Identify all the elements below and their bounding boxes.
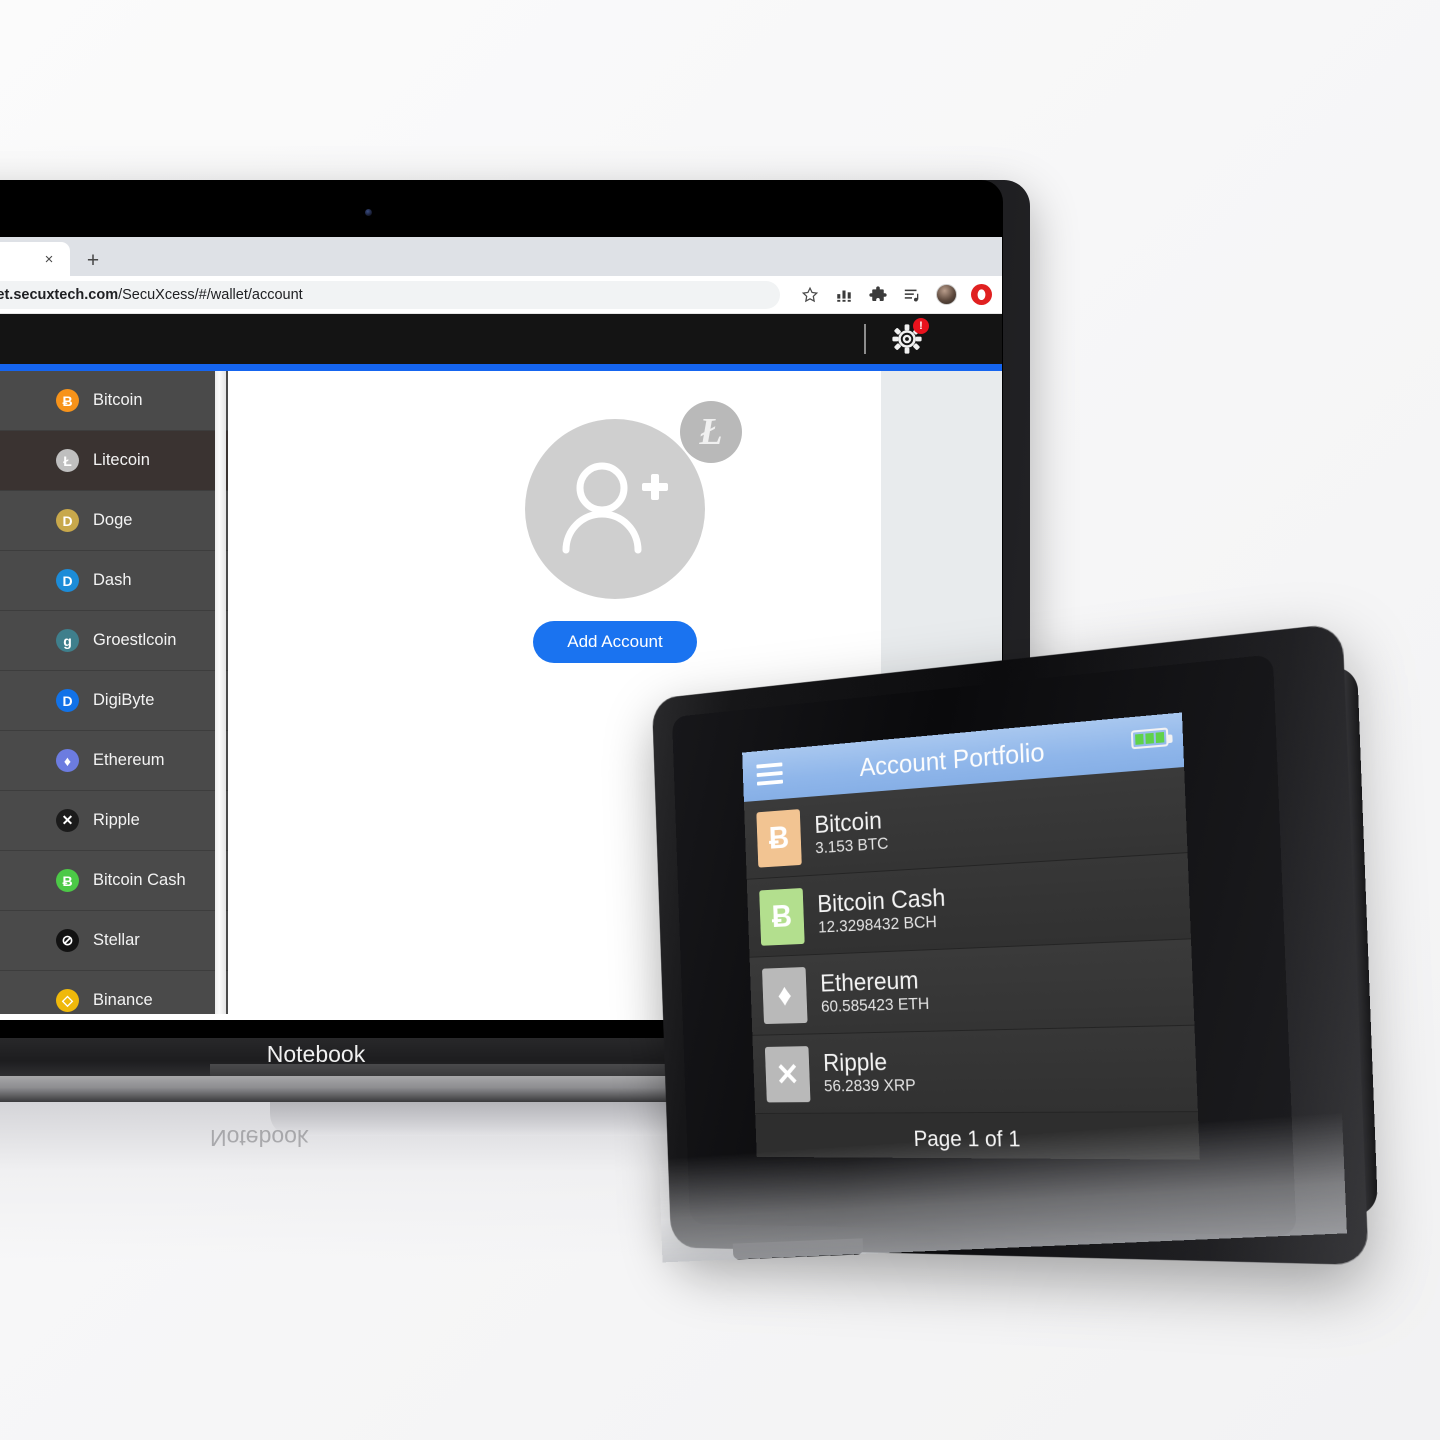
add-person-icon: Ł [525, 401, 742, 599]
url-text: wallet.secuxtech.com/SecuXcess/#/wallet/… [0, 287, 303, 303]
device-account-text: Ethereum 60.585423 ETH [819, 966, 930, 1017]
sidebar-item-label: Groestlcoin [93, 631, 177, 649]
bitcoin-coin-icon: Ƀ [56, 389, 79, 412]
sidebar-item-groestlcoin[interactable]: g Groestlcoin [0, 611, 228, 671]
hamburger-menu-icon[interactable] [756, 762, 784, 786]
sidebar-item-doge[interactable]: D Doge [0, 491, 228, 551]
sidebar-item-ethereum[interactable]: ♦ Ethereum [0, 731, 228, 791]
sidebar-item-stellar[interactable]: ⊘ Stellar [0, 911, 228, 971]
coin-sidebar: Ƀ Bitcoin Ł Litecoin D Doge D Dash g Groestlcoin D… [0, 371, 228, 1014]
ethereum-coin-icon: ♦ [761, 966, 808, 1024]
browser-tab[interactable]: × [0, 242, 70, 276]
url-path: /SecuXcess/#/wallet/account [118, 286, 303, 303]
settings-button[interactable]: ! [888, 318, 929, 358]
sidebar-item-litecoin[interactable]: Ł Litecoin [0, 431, 228, 491]
add-account-section: Ł Add Account [525, 401, 742, 663]
device-account-amount: 3.153 BTC [814, 833, 889, 858]
sidebar-item-label: Ethereum [93, 751, 165, 769]
star-icon[interactable] [800, 285, 820, 305]
device-account-text: Bitcoin 3.153 BTC [814, 807, 889, 858]
sidebar-item-label: Dash [93, 571, 132, 589]
sidebar-item-digibyte[interactable]: D DigiByte [0, 671, 228, 731]
sidebar-item-label: Binance [93, 991, 153, 1009]
header-divider [864, 324, 866, 354]
puzzle-icon[interactable] [868, 285, 888, 305]
litecoin-badge-icon: Ł [680, 401, 742, 463]
sidebar-item-bitcoin-cash[interactable]: Ƀ Bitcoin Cash [0, 851, 228, 911]
app-header: ! [0, 314, 1002, 364]
avatar-icon[interactable] [936, 284, 957, 305]
browser-toolbar: wallet.secuxtech.com/SecuXcess/#/wallet/… [0, 276, 1002, 314]
device-account-amount: 56.2839 XRP [823, 1075, 917, 1096]
doge-coin-icon: D [56, 509, 79, 532]
device-account-text: Ripple 56.2839 XRP [822, 1048, 917, 1097]
groestlcoin-coin-icon: g [56, 629, 79, 652]
ethereum-coin-icon: ♦ [56, 749, 79, 772]
sidebar-scrollbar[interactable] [215, 371, 226, 1014]
status-badge: ! [913, 318, 929, 334]
device-account-name: Ethereum [819, 966, 920, 998]
bar-chart-icon[interactable] [834, 285, 854, 305]
device-account-name: Bitcoin [813, 806, 883, 839]
device-account-amount: 60.585423 ETH [820, 994, 930, 1016]
new-tab-icon[interactable]: + [80, 247, 106, 273]
sidebar-item-label: Stellar [93, 931, 140, 949]
sidebar-item-label: DigiByte [93, 691, 155, 709]
device-account-text: Bitcoin Cash 12.3298432 BCH [817, 884, 947, 938]
stellar-coin-icon: ⊘ [56, 929, 79, 952]
ripple-coin-icon: ✕ [56, 809, 79, 832]
toolbar-actions [790, 284, 992, 305]
webcam-icon [365, 209, 372, 216]
binance-coin-icon: ◇ [56, 989, 79, 1012]
sidebar-item-dash[interactable]: D Dash [0, 551, 228, 611]
url-domain: wallet.secuxtech.com [0, 286, 119, 303]
laptop-reflection-label: Notebook [210, 1125, 309, 1151]
sidebar-item-ripple[interactable]: ✕ Ripple [0, 791, 228, 851]
bitcoin-cash-coin-icon: Ƀ [56, 869, 79, 892]
dash-coin-icon: D [56, 569, 79, 592]
device-account-name: Ripple [822, 1048, 888, 1077]
sidebar-item-binance[interactable]: ◇ Binance [0, 971, 228, 1014]
bitcoin-coin-icon: Ƀ [756, 808, 802, 868]
sidebar-item-bitcoin[interactable]: Ƀ Bitcoin [0, 371, 228, 431]
sidebar-item-label: Litecoin [93, 451, 150, 469]
litecoin-coin-icon: Ł [56, 449, 79, 472]
add-account-button[interactable]: Add Account [533, 621, 697, 663]
battery-icon [1130, 727, 1169, 750]
device-account-list: Ƀ Bitcoin 3.153 BTC Ƀ Bitcoin Cash 12.3298432… [743, 767, 1198, 1114]
digibyte-coin-icon: D [56, 689, 79, 712]
accent-bar [0, 364, 1002, 371]
close-icon[interactable]: × [40, 250, 58, 268]
hardware-wallet-device: Account Portfolio Ƀ Bitcoin 3.153 BTC Ƀ Bitc… [608, 622, 1379, 1266]
sidebar-item-label: Doge [93, 511, 133, 529]
sidebar-item-label: Ripple [93, 811, 140, 829]
address-bar[interactable]: wallet.secuxtech.com/SecuXcess/#/wallet/… [0, 280, 780, 309]
ripple-coin-icon: ✕ [764, 1045, 811, 1102]
reading-list-icon[interactable] [902, 285, 922, 305]
bitcoin-cash-coin-icon: Ƀ [759, 887, 805, 946]
sidebar-item-label: Bitcoin Cash [93, 871, 186, 889]
sidebar-item-label: Bitcoin [93, 391, 143, 409]
opera-icon[interactable] [971, 284, 992, 305]
browser-tabstrip: × + [0, 237, 1002, 276]
